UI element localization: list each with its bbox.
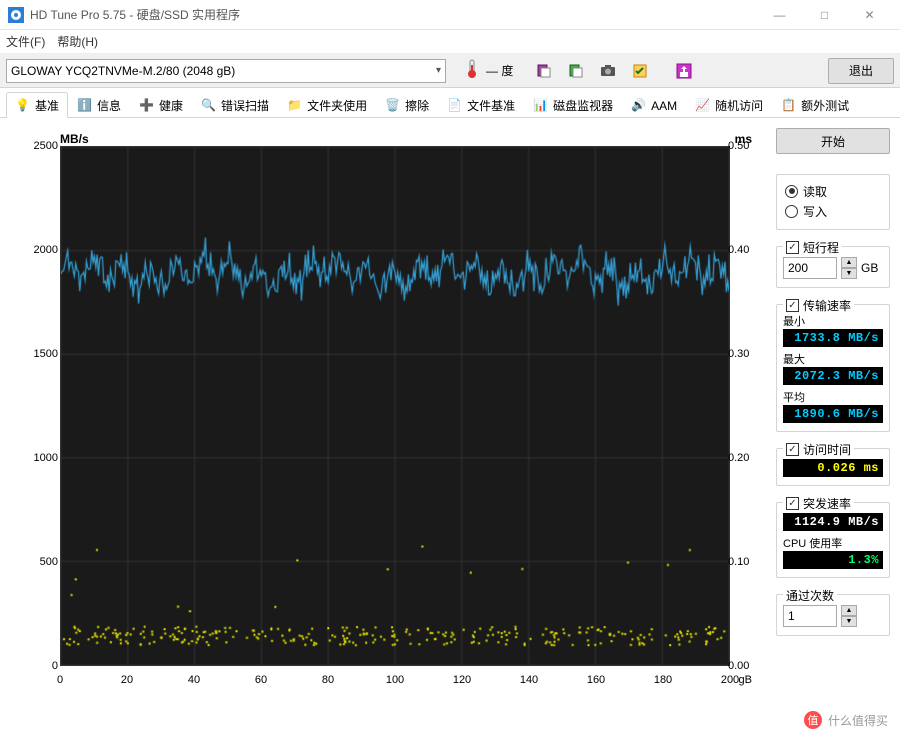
tab-health[interactable]: ➕健康 bbox=[130, 92, 192, 118]
sidebar: 开始 读取 写入 短行程 ▲▼ GB 传输速率 最小 1733.8 MB/s 最… bbox=[770, 118, 900, 715]
min-label: 最小 bbox=[783, 313, 883, 329]
copy-info-button[interactable] bbox=[531, 58, 557, 84]
avg-value: 1890.6 MB/s bbox=[783, 405, 883, 423]
toolbar: GLOWAY YCQ2TNVMe-M.2/80 (2048 gB) ▾ — 度 … bbox=[0, 54, 900, 88]
save-button[interactable] bbox=[671, 58, 697, 84]
options-button[interactable] bbox=[627, 58, 653, 84]
transfer-checkbox[interactable] bbox=[786, 299, 799, 312]
main-content: MB/s ms gB 050010001500200025000.000.100… bbox=[0, 118, 900, 715]
tab-benchmark[interactable]: 💡基准 bbox=[6, 92, 68, 118]
burst-checkbox[interactable] bbox=[786, 497, 799, 510]
device-select[interactable]: GLOWAY YCQ2TNVMe-M.2/80 (2048 gB) ▾ bbox=[6, 59, 446, 83]
short-stroke-group: 短行程 ▲▼ GB bbox=[776, 246, 890, 288]
x-unit: gB bbox=[739, 674, 752, 686]
radio-icon bbox=[785, 205, 798, 218]
window-title: HD Tune Pro 5.75 - 硬盘/SSD 实用程序 bbox=[30, 6, 757, 23]
burst-value: 1124.9 MB/s bbox=[783, 513, 883, 531]
avg-label: 平均 bbox=[783, 389, 883, 405]
access-checkbox[interactable] bbox=[786, 443, 799, 456]
tab-bar: 💡基准 ℹ️信息 ➕健康 🔍错误扫描 📁文件夹使用 🗑️擦除 📄文件基准 📊磁盘… bbox=[0, 88, 900, 118]
thermometer-icon bbox=[464, 59, 480, 82]
chevron-down-icon: ▾ bbox=[436, 65, 441, 76]
radio-read[interactable]: 读取 bbox=[785, 181, 881, 201]
lightbulb-icon: 💡 bbox=[15, 98, 31, 114]
menu-help[interactable]: 帮助(H) bbox=[57, 33, 98, 50]
copy-result-button[interactable] bbox=[563, 58, 589, 84]
tab-extra[interactable]: 📋额外测试 bbox=[772, 92, 858, 118]
temperature-label: — 度 bbox=[486, 62, 513, 79]
radio-icon bbox=[785, 185, 798, 198]
random-icon: 📈 bbox=[695, 98, 711, 114]
y-left-unit: MB/s bbox=[60, 132, 89, 146]
min-value: 1733.8 MB/s bbox=[783, 329, 883, 347]
max-label: 最大 bbox=[783, 351, 883, 367]
short-stroke-input[interactable] bbox=[783, 257, 837, 279]
speaker-icon: 🔊 bbox=[631, 98, 647, 114]
tab-aam[interactable]: 🔊AAM bbox=[622, 92, 686, 118]
access-value: 0.026 ms bbox=[783, 459, 883, 477]
transfer-rate-group: 传输速率 最小 1733.8 MB/s 最大 2072.3 MB/s 平均 18… bbox=[776, 304, 890, 432]
tab-folder[interactable]: 📁文件夹使用 bbox=[278, 92, 376, 118]
maximize-button[interactable]: □ bbox=[802, 1, 847, 29]
passes-input[interactable] bbox=[783, 605, 837, 627]
radio-write[interactable]: 写入 bbox=[785, 201, 881, 221]
folder-icon: 📁 bbox=[287, 98, 303, 114]
spin-up[interactable]: ▲ bbox=[841, 257, 857, 268]
access-time-group: 访问时间 0.026 ms bbox=[776, 448, 890, 486]
health-icon: ➕ bbox=[139, 98, 155, 114]
watermark: 值 什么值得买 bbox=[804, 711, 888, 729]
short-stroke-checkbox[interactable] bbox=[786, 241, 799, 254]
tab-random[interactable]: 📈随机访问 bbox=[686, 92, 772, 118]
mode-group: 读取 写入 bbox=[776, 174, 890, 230]
spin-up[interactable]: ▲ bbox=[841, 605, 857, 616]
passes-group: 通过次数 ▲▼ bbox=[776, 594, 890, 636]
device-name: GLOWAY YCQ2TNVMe-M.2/80 (2048 gB) bbox=[11, 64, 235, 78]
minimize-button[interactable]: — bbox=[757, 1, 802, 29]
start-button[interactable]: 开始 bbox=[776, 128, 890, 154]
search-icon: 🔍 bbox=[201, 98, 217, 114]
monitor-icon: 📊 bbox=[533, 98, 549, 114]
info-icon: ℹ️ bbox=[77, 98, 93, 114]
menu-file[interactable]: 文件(F) bbox=[6, 33, 45, 50]
title-bar: HD Tune Pro 5.75 - 硬盘/SSD 实用程序 — □ ✕ bbox=[0, 0, 900, 30]
burst-group: 突发速率 1124.9 MB/s CPU 使用率 1.3% bbox=[776, 502, 890, 578]
close-button[interactable]: ✕ bbox=[847, 1, 892, 29]
erase-icon: 🗑️ bbox=[385, 98, 401, 114]
tab-erase[interactable]: 🗑️擦除 bbox=[376, 92, 438, 118]
app-icon bbox=[8, 7, 24, 23]
tab-monitor[interactable]: 📊磁盘监视器 bbox=[524, 92, 622, 118]
tab-filebench[interactable]: 📄文件基准 bbox=[438, 92, 524, 118]
max-value: 2072.3 MB/s bbox=[783, 367, 883, 385]
extra-icon: 📋 bbox=[781, 98, 797, 114]
cpu-value: 1.3% bbox=[783, 551, 883, 569]
screenshot-button[interactable] bbox=[595, 58, 621, 84]
exit-button[interactable]: 退出 bbox=[828, 58, 894, 84]
file-icon: 📄 bbox=[447, 98, 463, 114]
chart-area: MB/s ms gB 050010001500200025000.000.100… bbox=[0, 118, 770, 715]
spin-down[interactable]: ▼ bbox=[841, 616, 857, 627]
tab-errorscan[interactable]: 🔍错误扫描 bbox=[192, 92, 278, 118]
watermark-icon: 值 bbox=[804, 711, 822, 729]
spin-down[interactable]: ▼ bbox=[841, 268, 857, 279]
benchmark-chart bbox=[60, 146, 730, 666]
menu-bar: 文件(F) 帮助(H) bbox=[0, 30, 900, 54]
cpu-label: CPU 使用率 bbox=[783, 535, 883, 551]
tab-info[interactable]: ℹ️信息 bbox=[68, 92, 130, 118]
